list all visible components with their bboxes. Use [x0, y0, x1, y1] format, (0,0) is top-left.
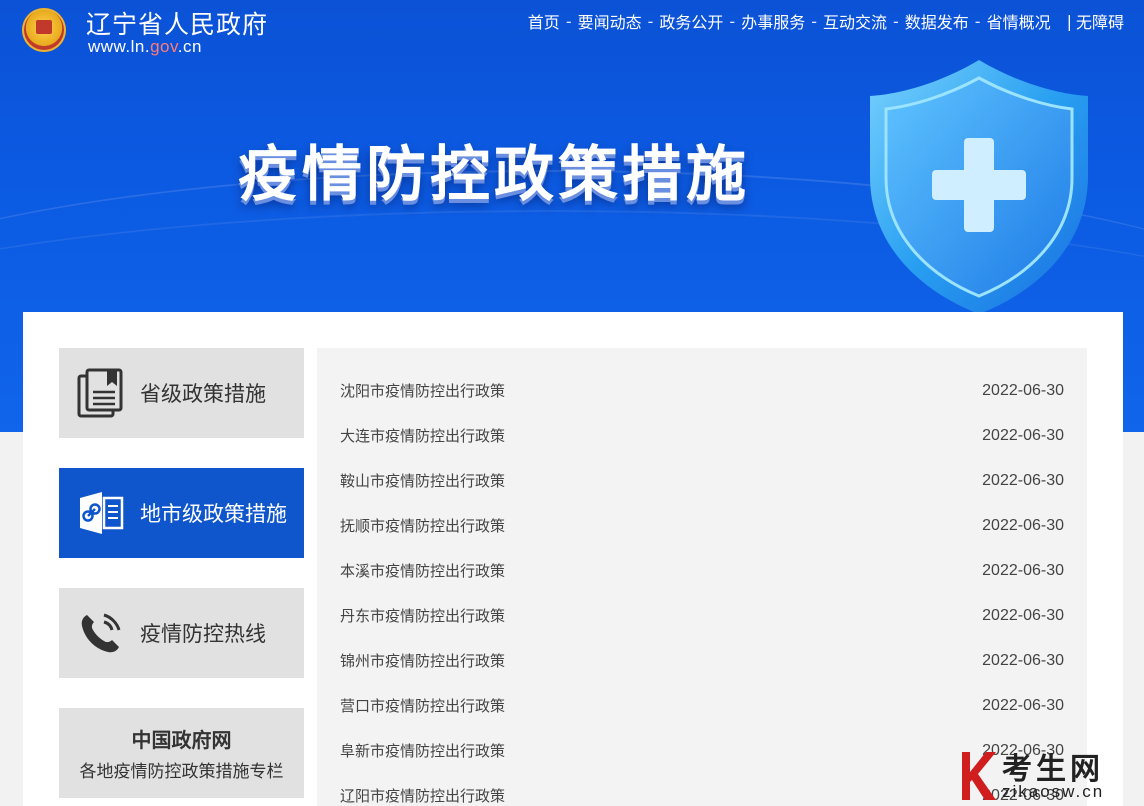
- list-item-title[interactable]: 锦州市疫情防控出行政策: [340, 650, 505, 671]
- nav-overview[interactable]: 省情概况: [987, 9, 1051, 33]
- list-item-title[interactable]: 阜新市疫情防控出行政策: [340, 740, 505, 761]
- nav-divider: |: [1066, 11, 1072, 31]
- nav-interaction[interactable]: 互动交流: [823, 9, 887, 33]
- list-item-title[interactable]: 丹东市疫情防控出行政策: [340, 605, 505, 626]
- list-item-date: 2022-06-30: [982, 696, 1064, 714]
- sidebar-item-label: 省级政策措施: [140, 382, 266, 406]
- nav-separator: -: [647, 11, 654, 31]
- list-item-title[interactable]: 抚顺市疫情防控出行政策: [340, 515, 505, 536]
- list-item-title[interactable]: 辽阳市疫情防控出行政策: [340, 785, 505, 806]
- site-url-prefix: www.ln.: [88, 37, 151, 56]
- list-item[interactable]: 大连市疫情防控出行政策 2022-06-30: [317, 413, 1087, 458]
- sidebar-item-hotline[interactable]: 疫情防控热线: [59, 588, 304, 678]
- watermark-url: zikaosw.cn: [1002, 782, 1105, 801]
- list-item-date: 2022-06-30: [982, 426, 1064, 444]
- nav-gov-affairs[interactable]: 政务公开: [659, 9, 723, 33]
- nav-data[interactable]: 数据发布: [905, 9, 969, 33]
- site-url-suffix: .cn: [177, 37, 202, 56]
- list-item-date: 2022-06-30: [982, 516, 1064, 534]
- sidebar-item-label: 疫情防控热线: [140, 622, 266, 646]
- top-navigation: 首页 - 要闻动态 - 政务公开 - 办事服务 - 互动交流 - 数据发布 - …: [528, 9, 1124, 33]
- nav-separator: -: [729, 11, 736, 31]
- list-item[interactable]: 沈阳市疫情防控出行政策 2022-06-30: [317, 368, 1087, 413]
- list-item-date: 2022-06-30: [982, 606, 1064, 624]
- nav-separator: -: [893, 11, 899, 31]
- shield-plus-icon: [870, 60, 1088, 314]
- list-item[interactable]: 锦州市疫情防控出行政策 2022-06-30: [317, 638, 1087, 683]
- china-gov-subtitle: 各地疫情防控政策措施专栏: [79, 762, 284, 782]
- sidebar-china-gov-link[interactable]: 中国政府网 各地疫情防控政策措施专栏: [59, 708, 304, 798]
- list-item-date: 2022-06-30: [982, 651, 1064, 669]
- national-emblem-icon[interactable]: [22, 8, 66, 52]
- list-item-title[interactable]: 营口市疫情防控出行政策: [340, 695, 505, 716]
- list-item[interactable]: 丹东市疫情防控出行政策 2022-06-30: [317, 593, 1087, 638]
- list-item-title[interactable]: 大连市疫情防控出行政策: [340, 425, 505, 446]
- list-item-title[interactable]: 沈阳市疫情防控出行政策: [340, 380, 505, 401]
- list-item-title[interactable]: 本溪市疫情防控出行政策: [340, 560, 505, 581]
- site-url-gov: gov: [150, 37, 178, 56]
- list-item-date: 2022-06-30: [982, 561, 1064, 579]
- list-item-date: 2022-06-30: [982, 381, 1064, 399]
- list-item[interactable]: 本溪市疫情防控出行政策 2022-06-30: [317, 548, 1087, 593]
- document-bookmark-icon: [76, 368, 126, 418]
- banner-title: 疫情防控政策措施: [238, 140, 750, 210]
- list-item-title[interactable]: 鞍山市疫情防控出行政策: [340, 470, 505, 491]
- sidebar-item-label: 地市级政策措施: [140, 502, 287, 526]
- watermark-logo-icon: [962, 752, 996, 800]
- phone-icon: [76, 608, 126, 658]
- site-url: www.ln.gov.cn: [88, 37, 202, 57]
- sidebar-item-municipal[interactable]: 地市级政策措施: [59, 468, 304, 558]
- nav-separator: -: [974, 11, 981, 31]
- nav-services[interactable]: 办事服务: [741, 9, 805, 33]
- watermark: 考生网 zikaosw.cn: [958, 744, 1144, 806]
- list-item-date: 2022-06-30: [982, 471, 1064, 489]
- nav-home[interactable]: 首页: [528, 9, 560, 33]
- china-gov-title: 中国政府网: [131, 728, 232, 752]
- sidebar-item-provincial[interactable]: 省级政策措施: [59, 348, 304, 438]
- nav-accessibility[interactable]: 无障碍: [1076, 9, 1124, 33]
- nav-separator: -: [811, 11, 817, 31]
- list-item[interactable]: 抚顺市疫情防控出行政策 2022-06-30: [317, 503, 1087, 548]
- policy-list: 沈阳市疫情防控出行政策 2022-06-30 大连市疫情防控出行政策 2022-…: [317, 348, 1087, 806]
- nav-news[interactable]: 要闻动态: [578, 9, 642, 33]
- list-item[interactable]: 鞍山市疫情防控出行政策 2022-06-30: [317, 458, 1087, 503]
- list-item[interactable]: 营口市疫情防控出行政策 2022-06-30: [317, 683, 1087, 728]
- site-name[interactable]: 辽宁省人民政府: [86, 5, 268, 41]
- nav-separator: -: [565, 11, 572, 31]
- link-document-icon: [76, 488, 126, 538]
